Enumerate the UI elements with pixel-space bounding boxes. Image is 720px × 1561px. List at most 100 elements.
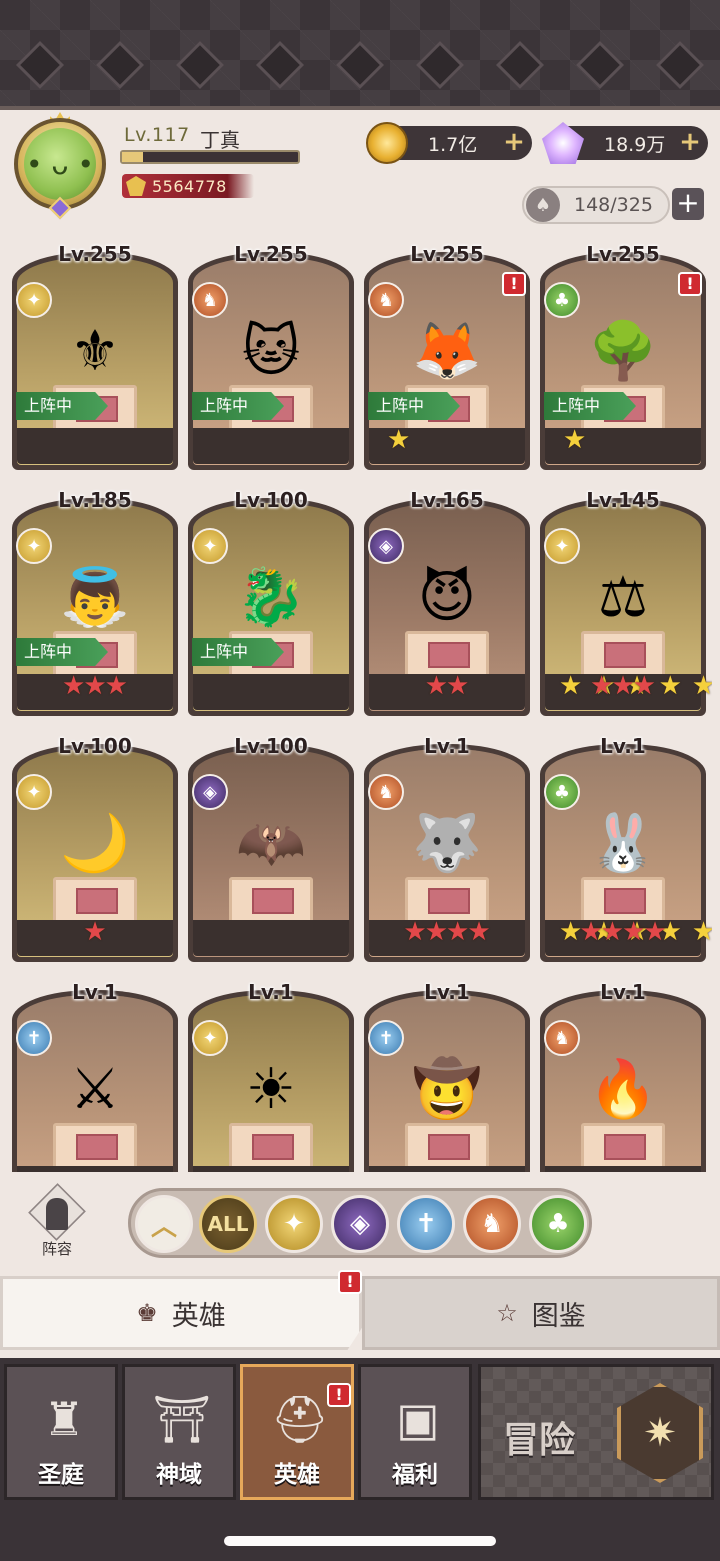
deployed-tag: 上阵中 <box>368 392 460 420</box>
hero-portrait: 🐉 <box>236 565 306 630</box>
star-icon: ★ <box>424 917 448 947</box>
star-icon: ★ <box>590 671 614 701</box>
hero-portrait: ⚖ <box>597 565 649 630</box>
hero-grid: ⚜Lv.255✦上阵中★🐱Lv.255♞上阵中★🦊Lv.255♞!上阵中★🌳Lv… <box>12 242 712 1172</box>
portal-icon: ⛩ <box>152 1391 212 1446</box>
dark-faction-icon: ◈ <box>368 528 404 564</box>
light-faction-icon: ✦ <box>544 528 580 564</box>
tab-album-label: 图鉴 <box>531 1300 586 1332</box>
star-icon: ★ <box>446 917 470 947</box>
hero-card[interactable]: ☀ Lv.1 ✦ <box>188 980 354 1172</box>
filter-light-icon[interactable]: ✦ <box>265 1195 323 1253</box>
nav-welfare[interactable]: ▣ 福利 <box>358 1364 472 1500</box>
hero-portrait: ⚔ <box>69 1057 121 1122</box>
star-rating: ★ ★ <box>364 666 530 706</box>
hero-card[interactable]: 👼 Lv.185 ✦ 上阵中 ★ ★ ★ <box>12 488 178 716</box>
star-rating: ★ <box>12 912 178 952</box>
hero-level: Lv.145 <box>586 488 660 512</box>
filter-nature-icon[interactable]: ♣ <box>529 1195 587 1253</box>
hero-portrait: 🐱 <box>241 319 301 384</box>
hero-level: Lv.1 <box>248 980 294 1004</box>
nature-faction-icon: ♣ <box>544 774 580 810</box>
chest-icon: ▣ <box>396 1392 440 1446</box>
player-avatar[interactable]: • ᴗ • <box>8 112 112 220</box>
nav-heroes[interactable]: ⛑ ! 英雄 <box>240 1364 354 1500</box>
formation-button[interactable]: 阵容 <box>22 1183 92 1258</box>
star-rating: ★ ★ ★ ★ <box>364 912 530 952</box>
hero-tab-icon: ♚ <box>136 1299 158 1327</box>
hero-level: Lv.100 <box>234 734 308 758</box>
nav-sanctuary[interactable]: ♜ 圣庭 <box>4 1364 118 1500</box>
hero-card[interactable]: 😈 Lv.165 ◈ ★ ★ <box>364 488 530 716</box>
hero-card[interactable]: 🤠 Lv.1 ✝ <box>364 980 530 1172</box>
add-slots-button[interactable]: + <box>672 188 704 220</box>
light-faction-icon: ✦ <box>16 528 52 564</box>
star-icon: ★ <box>403 917 427 947</box>
light-faction-icon: ✦ <box>192 1020 228 1056</box>
tab-heroes-label: 英雄 <box>171 1300 226 1332</box>
hero-portrait: 🌳 <box>588 319 658 384</box>
hero-card[interactable]: 🐱 Lv.255 ♞ 上阵中 ★ <box>188 242 586 630</box>
castle-icon: ♜ <box>43 1392 85 1446</box>
hero-card[interactable]: 🐺 Lv.1 ♞ ★ ★ ★ ★ <box>364 734 530 962</box>
hero-slots: ♠ 148/325 <box>522 186 670 224</box>
nature-faction-icon: ♣ <box>544 282 580 318</box>
deployed-tag: 上阵中 <box>192 638 284 666</box>
gold-counter: 1.7亿 + <box>366 122 532 164</box>
hero-portrait: 🦊 <box>412 319 482 384</box>
star-icon: ★ <box>424 671 448 701</box>
hero-level: Lv.100 <box>58 734 132 758</box>
player-level: Lv.117 <box>124 124 190 146</box>
hero-level: Lv.165 <box>410 488 484 512</box>
filter-holy-icon[interactable]: ✝ <box>397 1195 455 1253</box>
slime-face-icon: • ᴗ • <box>26 147 94 181</box>
banner-pattern <box>0 40 720 90</box>
star-icon: ★ <box>62 671 86 701</box>
add-diamond-button[interactable]: + <box>678 129 702 155</box>
diamond-counter: 18.9万 + <box>542 122 708 164</box>
deployed-tag: 上阵中 <box>544 392 636 420</box>
filter-all[interactable]: ALL <box>199 1195 257 1253</box>
star-icon: ★ <box>104 671 128 701</box>
filter-beast-icon[interactable]: ♞ <box>463 1195 521 1253</box>
star-icon: ★ <box>643 917 667 947</box>
hero-level: Lv.1 <box>72 980 118 1004</box>
beast-faction-icon: ♞ <box>368 282 404 318</box>
hero-card[interactable]: ⚔ Lv.1 ✝ <box>12 980 178 1172</box>
album-icon: ☆ <box>496 1299 518 1327</box>
hero-card[interactable]: 🔥 Lv.1 ♞ <box>540 980 706 1172</box>
dark-faction-icon: ◈ <box>192 774 228 810</box>
hero-card[interactable]: ⚜ Lv.255 ✦ 上阵中 ★ <box>12 242 410 630</box>
hero-level: Lv.255 <box>234 242 308 266</box>
hero-level: Lv.1 <box>600 980 646 1004</box>
hero-level: Lv.255 <box>410 242 484 266</box>
nav-label: 神域 <box>156 1462 202 1488</box>
star-icon: ★ <box>579 917 603 947</box>
star-rating: ★ ★ ★ <box>12 666 178 706</box>
collapse-chevron-icon[interactable]: ︿ <box>135 1195 193 1253</box>
hero-card[interactable]: 🦇 Lv.100 ◈ ★ ★ ★ ★ ★ <box>188 734 712 962</box>
filter-dark-icon[interactable]: ◈ <box>331 1195 389 1253</box>
star-rating: ★ ★ ★ ★ ★ <box>188 666 712 706</box>
combat-power: 5564778 <box>122 174 254 198</box>
adventure-button[interactable]: 冒险 ✷ <box>478 1364 714 1500</box>
star-icon: ★ <box>600 917 624 947</box>
tab-album[interactable]: ☆ 图鉴 <box>362 1276 720 1350</box>
nav-divine-realm[interactable]: ⛩ 神域 <box>122 1364 236 1500</box>
hero-card[interactable]: 🐉 Lv.100 ✦ 上阵中 ★ ★ ★ ★ ★ <box>188 488 712 716</box>
compass-icon: ✷ <box>617 1383 703 1483</box>
add-gold-button[interactable]: + <box>502 129 526 155</box>
tab-heroes[interactable]: ♚ 英雄 <box>0 1276 362 1350</box>
star-rating: ★ ★ ★ ★ ★ <box>188 912 712 952</box>
home-indicator <box>224 1536 496 1546</box>
hero-alert-badge: ! <box>678 272 702 296</box>
hero-card[interactable]: 🌙 Lv.100 ✦ ★ <box>12 734 178 962</box>
player-name: 丁真 <box>200 128 240 152</box>
hero-portrait: 🦇 <box>236 811 306 876</box>
helmet-icon: ⛑ <box>270 1391 330 1446</box>
beast-faction-icon: ♞ <box>544 1020 580 1056</box>
formation-label: 阵容 <box>41 1240 72 1258</box>
star-icon: ★ <box>611 671 635 701</box>
top-banner <box>0 0 720 110</box>
star-icon: ★ <box>622 917 646 947</box>
